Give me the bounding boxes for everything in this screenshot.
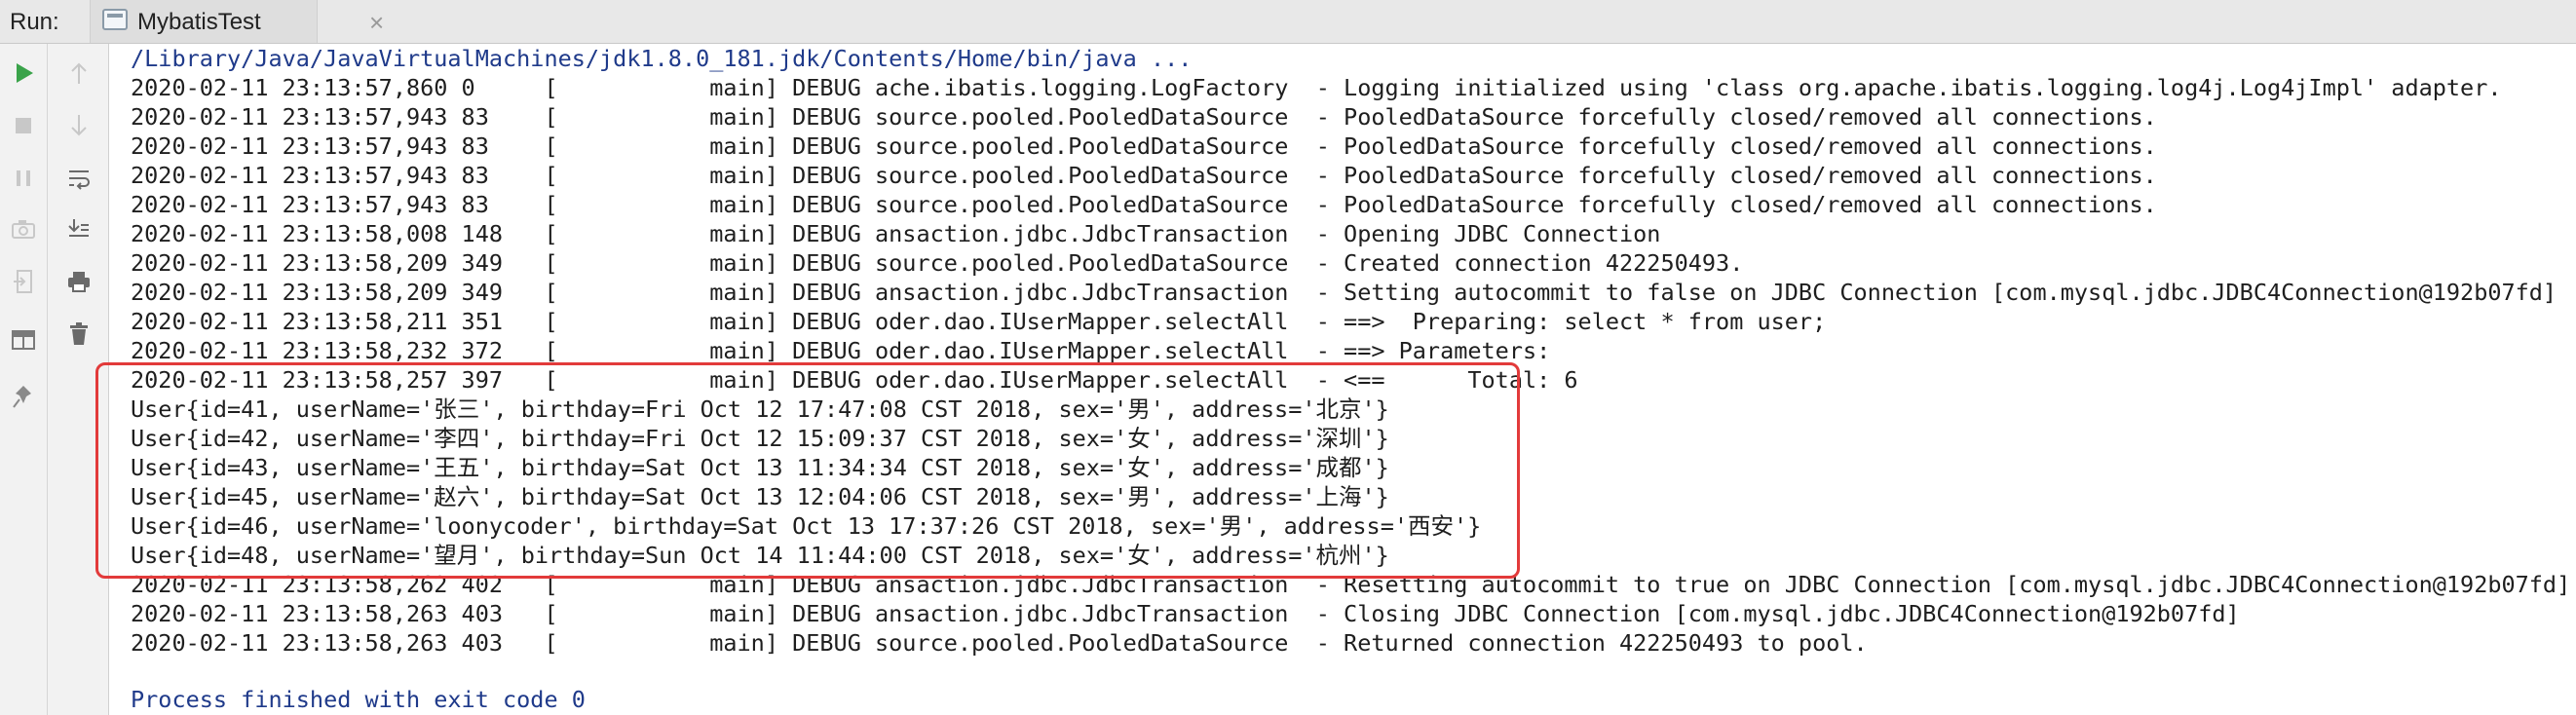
- log-line: 2020-02-11 23:13:57,943 83 [ main] DEBUG…: [131, 103, 2157, 131]
- log-line: 2020-02-11 23:13:58,263 403 [ main] DEBU…: [131, 629, 1868, 657]
- log-line: 2020-02-11 23:13:58,209 349 [ main] DEBU…: [131, 249, 1744, 277]
- run-tool-window-header: Run: MybatisTest ×: [0, 0, 2576, 44]
- log-line: 2020-02-11 23:13:58,211 351 [ main] DEBU…: [131, 308, 1827, 335]
- trash-icon[interactable]: [61, 317, 96, 352]
- layout-icon[interactable]: [6, 322, 41, 358]
- run-config-icon: [102, 9, 128, 30]
- tab-title: MybatisTest: [137, 9, 261, 35]
- process-exit-message: Process finished with exit code 0: [131, 686, 586, 713]
- run-icon[interactable]: [6, 56, 41, 91]
- run-label: Run:: [10, 9, 59, 35]
- tab-mybatistest[interactable]: MybatisTest ×: [90, 0, 384, 43]
- soft-wrap-icon[interactable]: [61, 161, 96, 196]
- highlight-annotation-box: [95, 362, 1520, 579]
- log-line: 2020-02-11 23:13:58,209 349 [ main] DEBU…: [131, 279, 2557, 306]
- down-arrow-icon[interactable]: [61, 108, 96, 143]
- run-toolbar-primary: [0, 44, 48, 715]
- camera-icon[interactable]: [6, 211, 41, 246]
- up-arrow-icon[interactable]: [61, 56, 96, 91]
- log-line: 2020-02-11 23:13:57,943 83 [ main] DEBUG…: [131, 191, 2157, 218]
- pause-icon[interactable]: [6, 161, 41, 196]
- log-line: 2020-02-11 23:13:57,860 0 [ main] DEBUG …: [131, 74, 2502, 101]
- print-icon[interactable]: [61, 264, 96, 299]
- log-line: 2020-02-11 23:13:57,943 83 [ main] DEBUG…: [131, 162, 2157, 189]
- log-line: 2020-02-11 23:13:57,943 83 [ main] DEBUG…: [131, 132, 2157, 160]
- stop-icon[interactable]: [6, 108, 41, 143]
- pin-icon[interactable]: [6, 379, 41, 414]
- exit-icon[interactable]: [6, 264, 41, 299]
- close-icon[interactable]: ×: [369, 8, 384, 38]
- java-command-line: /Library/Java/JavaVirtualMachines/jdk1.8…: [131, 45, 1193, 72]
- log-line: 2020-02-11 23:13:58,232 372 [ main] DEBU…: [131, 337, 1565, 364]
- log-line: 2020-02-11 23:13:58,263 403 [ main] DEBU…: [131, 600, 2240, 627]
- scroll-to-end-icon[interactable]: [61, 211, 96, 246]
- log-line: 2020-02-11 23:13:58,008 148 [ main] DEBU…: [131, 220, 1661, 247]
